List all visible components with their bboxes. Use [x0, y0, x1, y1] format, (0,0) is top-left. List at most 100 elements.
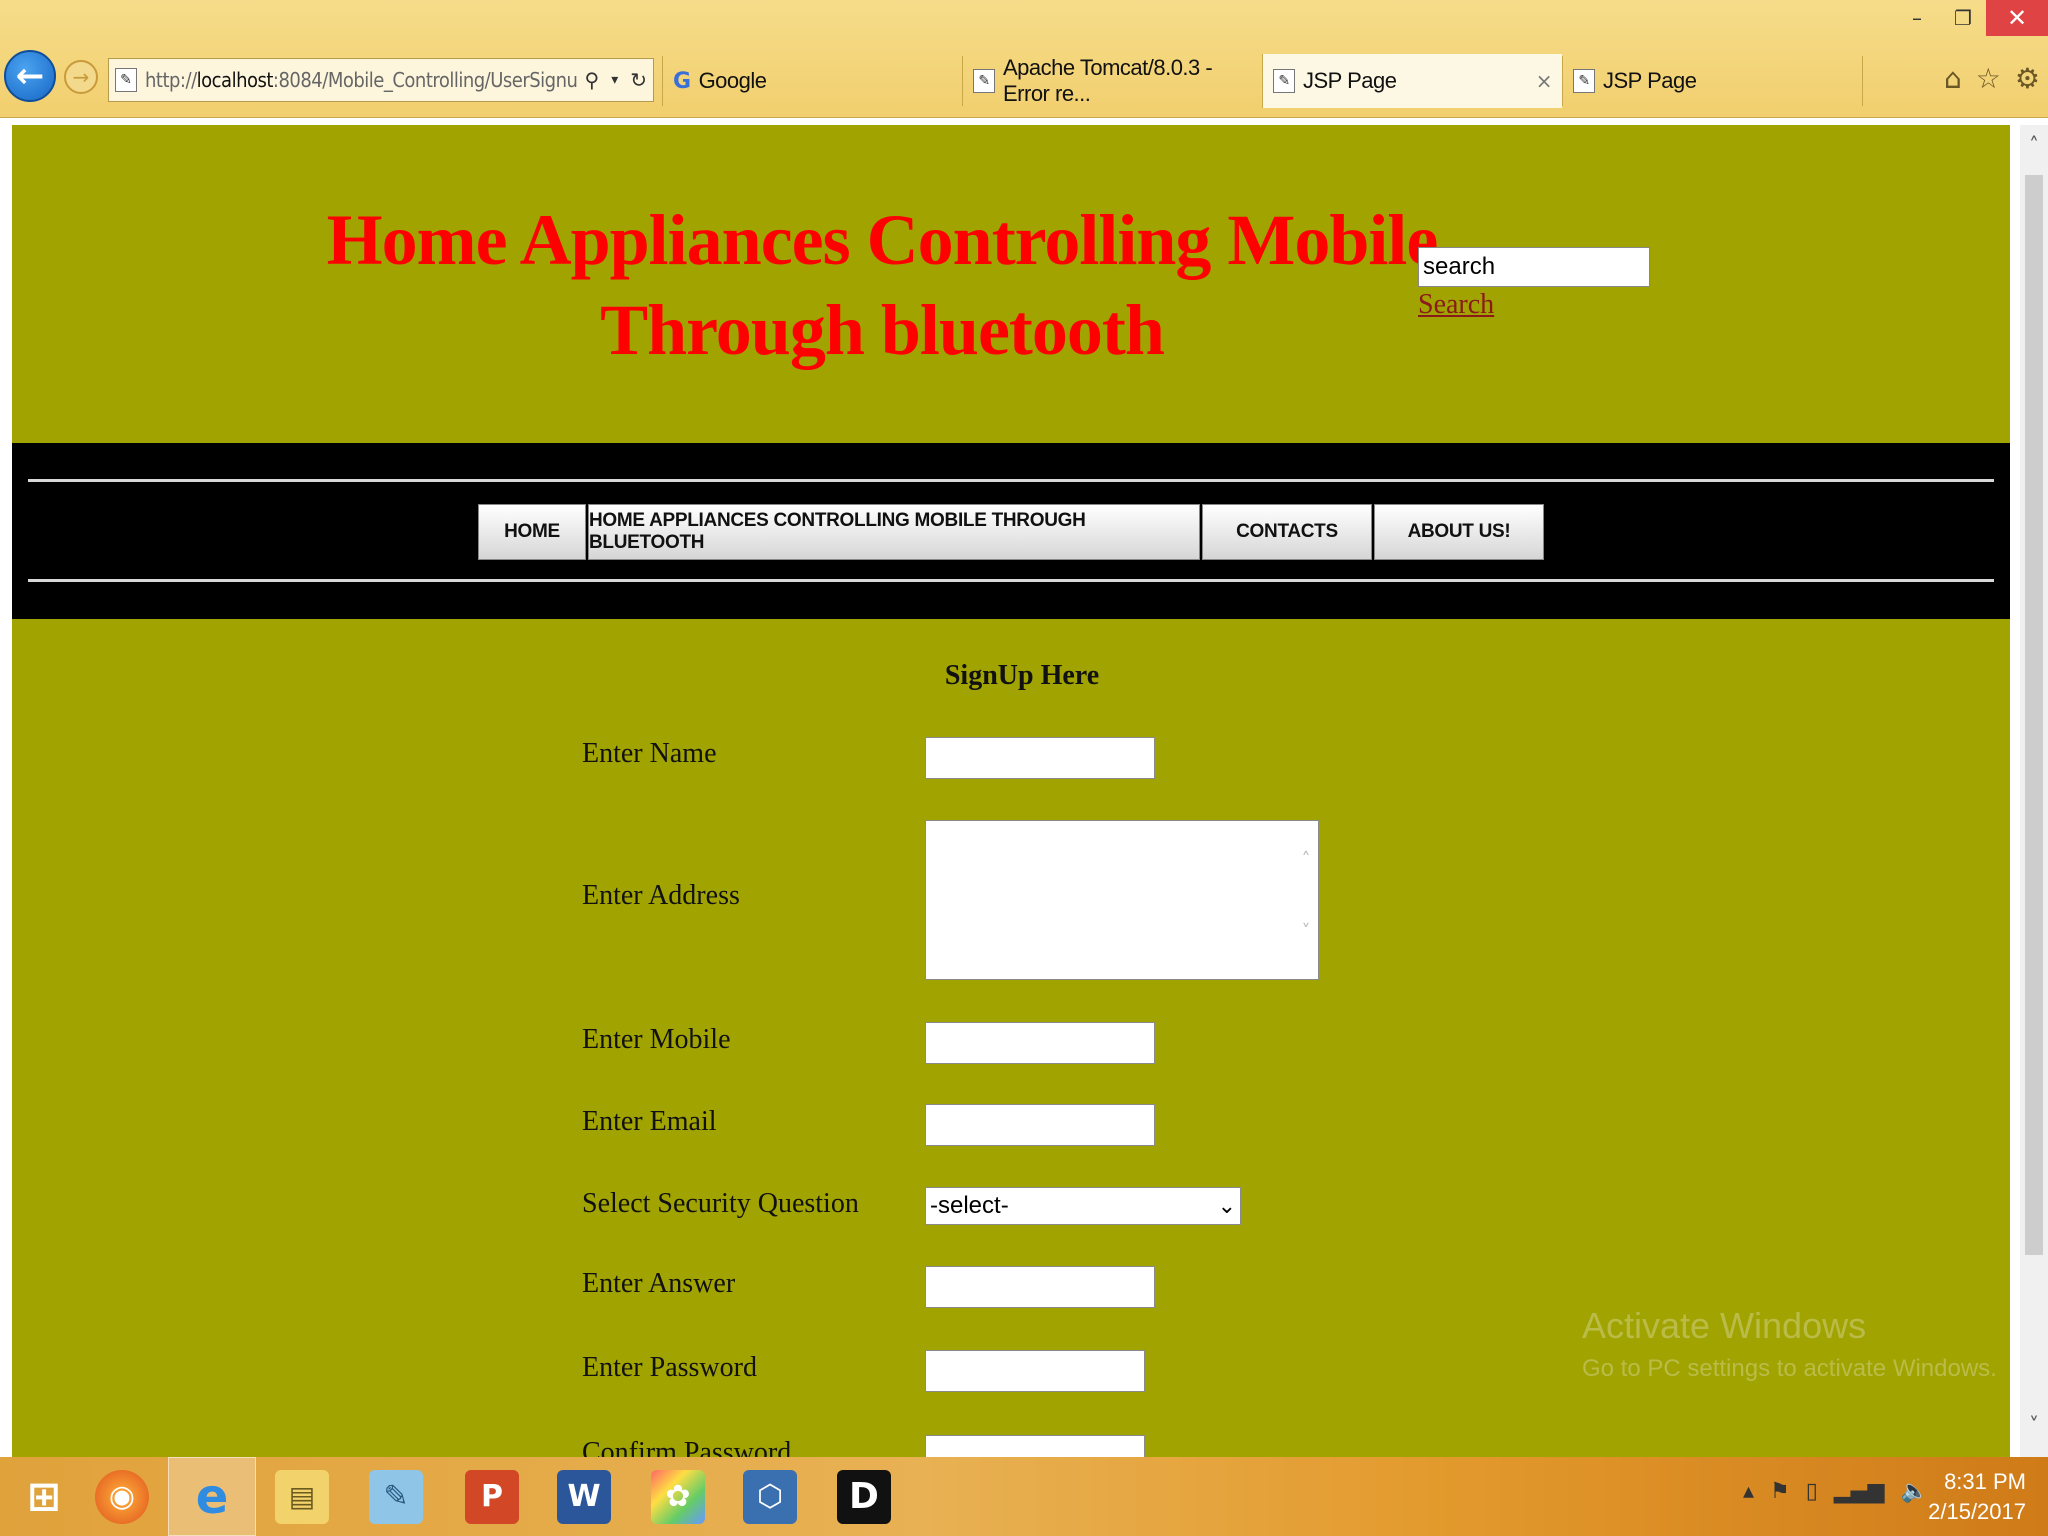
- chevron-up-icon[interactable]: ˄: [1296, 849, 1316, 870]
- title-line-2: Through bluetooth: [600, 290, 1165, 370]
- watermark-title: Activate Windows: [1582, 1305, 1867, 1346]
- show-hidden-icons-icon[interactable]: ▴: [1743, 1479, 1754, 1504]
- gear-icon[interactable]: ⚙: [2015, 62, 2040, 95]
- minimize-button[interactable]: –: [1894, 0, 1940, 36]
- nav-home[interactable]: HOME: [478, 504, 586, 560]
- chevron-down-icon: ⌄: [1217, 1193, 1236, 1219]
- confirm-password-field[interactable]: [925, 1435, 1145, 1457]
- back-button[interactable]: ←: [4, 50, 56, 102]
- nav-divider-top: [28, 479, 1994, 482]
- tab-tomcat-error[interactable]: ✎ Apache Tomcat/8.0.3 - Error re...: [962, 55, 1262, 106]
- clock[interactable]: 8:31 PM 2/15/2017: [1928, 1467, 2026, 1527]
- label-mobile: Enter Mobile: [582, 1024, 731, 1055]
- address-url[interactable]: http://localhost:8084/Mobile_Controlling…: [145, 68, 579, 92]
- internet-explorer-icon: e: [195, 1468, 229, 1525]
- taskbar-paint[interactable]: ✿: [634, 1457, 722, 1536]
- tab-google[interactable]: G Google: [662, 56, 962, 106]
- volume-icon[interactable]: 🔈: [1901, 1479, 1928, 1504]
- taskbar-powerpoint[interactable]: P: [448, 1457, 536, 1536]
- tab-label: JSP Page: [1303, 68, 1397, 93]
- paint-icon: ✿: [651, 1469, 705, 1524]
- word-icon: W: [557, 1469, 611, 1524]
- taskbar-internet-explorer[interactable]: e: [168, 1457, 256, 1536]
- nav-home-appliances[interactable]: HOME APPLIANCES CONTROLLING MOBILE THROU…: [588, 504, 1200, 560]
- nav-about-us[interactable]: ABOUT US!: [1374, 504, 1544, 560]
- taskbar-dreamweaver[interactable]: D: [820, 1457, 908, 1536]
- restore-button[interactable]: ❐: [1940, 0, 1986, 36]
- virtualbox-icon: ⬡: [743, 1469, 797, 1524]
- new-tab-area[interactable]: [1862, 56, 1863, 106]
- name-field[interactable]: [925, 737, 1155, 779]
- close-tab-icon[interactable]: ×: [1536, 69, 1553, 93]
- form-heading: SignUp Here: [944, 660, 1100, 691]
- nav-divider-bottom: [28, 579, 1994, 582]
- taskbar: ⊞ ◉ e ▤ ✎ P W ✿ ⬡ D ▴ ⚑ ▯ ▂▄▆ 🔈 8:31 PM …: [0, 1457, 2048, 1536]
- arrow-left-icon: ←: [15, 56, 45, 96]
- select-value: -select-: [930, 1192, 1009, 1219]
- security-question-select[interactable]: -select- ⌄: [925, 1187, 1241, 1225]
- tab-jsp-page[interactable]: ✎ JSP Page: [1562, 56, 1862, 106]
- nav-bar: HOME HOME APPLIANCES CONTROLLING MOBILE …: [12, 443, 2010, 619]
- tab-label: Google: [698, 68, 767, 93]
- firefox-icon: ◉: [95, 1469, 149, 1524]
- star-icon[interactable]: ☆: [1976, 62, 2001, 95]
- nav-contacts[interactable]: CONTACTS: [1202, 504, 1372, 560]
- window-controls: – ❐ ✕: [1894, 0, 2048, 36]
- home-icon[interactable]: ⌂: [1944, 62, 1962, 95]
- address-textarea[interactable]: ˄ ˅: [925, 820, 1319, 980]
- scroll-thumb[interactable]: [2025, 175, 2043, 1255]
- start-icon: ⊞: [27, 1473, 61, 1520]
- tab-label: JSP Page: [1603, 68, 1697, 93]
- chevron-down-icon[interactable]: ˅: [1296, 921, 1316, 942]
- battery-icon[interactable]: ▯: [1806, 1479, 1818, 1504]
- toolbar-icons: ⌂ ☆ ⚙: [1944, 62, 2040, 95]
- mobile-field[interactable]: [925, 1022, 1155, 1064]
- tab-label: Apache Tomcat/8.0.3 - Error re...: [1003, 55, 1213, 106]
- taskbar-file-explorer[interactable]: ▤: [258, 1457, 346, 1536]
- page-icon: ✎: [115, 68, 137, 92]
- taskbar-virtualbox[interactable]: ⬡: [726, 1457, 814, 1536]
- label-name: Enter Name: [582, 738, 717, 769]
- watermark-subtitle: Go to PC settings to activate Windows.: [1582, 1355, 1997, 1382]
- email-field[interactable]: [925, 1104, 1155, 1146]
- arrow-right-icon: →: [72, 65, 90, 89]
- label-confirm-password: Confirm Password: [582, 1437, 792, 1457]
- search-icon[interactable]: ⚲: [585, 68, 600, 92]
- refresh-icon[interactable]: ↻: [630, 68, 647, 92]
- address-bar[interactable]: ✎ http://localhost:8084/Mobile_Controlli…: [108, 58, 654, 102]
- system-tray: ▴ ⚑ ▯ ▂▄▆ 🔈: [1743, 1479, 1928, 1504]
- browser-chrome: – ❐ ✕ ← → ✎ http://localhost:8084/Mobile…: [0, 0, 2048, 118]
- taskbar-notepad[interactable]: ✎: [352, 1457, 440, 1536]
- action-center-icon[interactable]: ⚑: [1770, 1479, 1790, 1504]
- dropdown-icon[interactable]: ▾: [611, 72, 618, 88]
- network-icon[interactable]: ▂▄▆: [1834, 1479, 1885, 1504]
- powerpoint-icon: P: [465, 1469, 519, 1524]
- url-host: localhost: [196, 68, 274, 92]
- tab-jsp-page-active[interactable]: ✎ JSP Page ×: [1262, 54, 1562, 108]
- url-path: :8084/Mobile_Controlling/UserSignup.: [272, 68, 579, 92]
- password-field[interactable]: [925, 1350, 1145, 1392]
- activate-windows-watermark: Activate Windows Go to PC settings to ac…: [1582, 1305, 1997, 1383]
- taskbar-firefox[interactable]: ◉: [78, 1457, 166, 1536]
- scroll-down-icon[interactable]: ˅: [2020, 1405, 2048, 1445]
- close-window-button[interactable]: ✕: [1986, 0, 2048, 36]
- clock-date: 2/15/2017: [1928, 1499, 2026, 1524]
- notepad-icon: ✎: [369, 1469, 423, 1524]
- page-icon: ✎: [1573, 69, 1595, 93]
- scroll-up-icon[interactable]: ˄: [2020, 125, 2048, 165]
- page-body: Home Appliances Controlling Mobile Throu…: [12, 125, 2010, 1457]
- title-line-1: Home Appliances Controlling Mobile: [326, 200, 1439, 280]
- page-icon: ✎: [973, 69, 995, 93]
- search-input[interactable]: [1418, 247, 1650, 287]
- clock-time: 8:31 PM: [1944, 1469, 2026, 1494]
- vertical-scrollbar[interactable]: ˄ ˅: [2020, 125, 2048, 1457]
- answer-field[interactable]: [925, 1266, 1155, 1308]
- label-security-question: Select Security Question: [582, 1188, 859, 1219]
- search-link[interactable]: Search: [1418, 289, 1494, 321]
- taskbar-word[interactable]: W: [540, 1457, 628, 1536]
- label-email: Enter Email: [582, 1106, 717, 1137]
- page-icon: ✎: [1273, 69, 1295, 93]
- forward-button[interactable]: →: [64, 60, 98, 94]
- start-button[interactable]: ⊞: [0, 1457, 88, 1536]
- site-title: Home Appliances Controlling Mobile Throu…: [322, 195, 1442, 375]
